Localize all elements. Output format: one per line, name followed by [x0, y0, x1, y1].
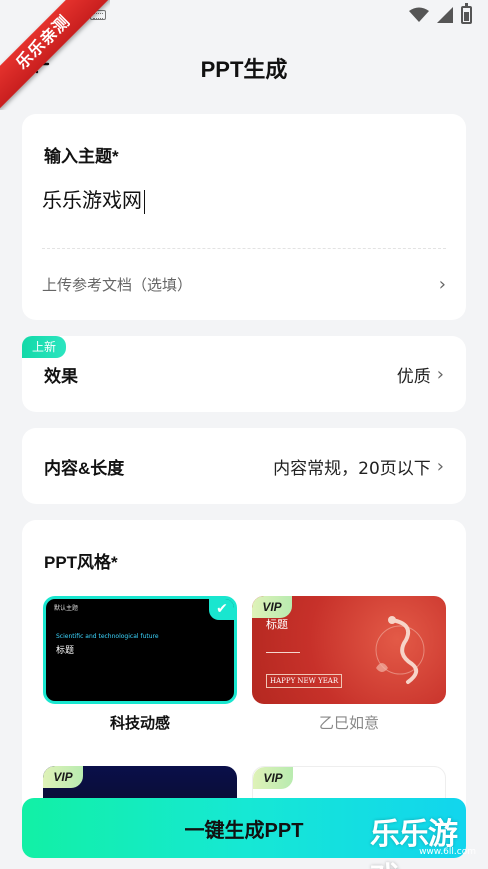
- template-preview-title: 标题: [56, 646, 75, 656]
- effect-value: 优质: [396, 366, 431, 387]
- vip-badge: VIP: [43, 766, 83, 788]
- topic-label: 输入主题*: [44, 147, 119, 166]
- top-bar: PPT生成: [0, 34, 488, 100]
- style-label: PPT风格*: [44, 553, 118, 572]
- page-title: PPT生成: [200, 57, 288, 82]
- template-name: 科技动感: [109, 714, 170, 732]
- template-preview-caption: 默认主题: [54, 605, 79, 612]
- content-length-row[interactable]: 内容&长度 内容常规，20页以下 ›: [22, 428, 466, 504]
- divider: [42, 248, 446, 249]
- template-name: 乙巳如意: [318, 714, 379, 732]
- topic-input-value: 乐乐游戏网: [42, 188, 142, 212]
- effect-row[interactable]: 效果 优质 ›: [22, 336, 466, 412]
- topic-card: 输入主题* 乐乐游戏网 上传参考文档（选填） ›: [22, 114, 466, 320]
- signal-icon: [437, 7, 453, 23]
- chevron-right-icon: ›: [436, 455, 444, 477]
- effect-value-group: 优质 ›: [397, 362, 444, 387]
- style-card: PPT风格* 默认主题 Scientific and technological…: [22, 520, 466, 826]
- snake-illustration-icon: [375, 616, 425, 684]
- new-badge: 上新: [22, 336, 66, 358]
- chevron-right-icon: ›: [436, 363, 444, 385]
- content-length-value: 内容常规，20页以下: [273, 458, 431, 479]
- selected-check-icon: ✔: [209, 599, 234, 620]
- text-caret: [144, 189, 145, 214]
- generate-ppt-button[interactable]: 一键生成PPT: [22, 798, 466, 858]
- vip-badge: VIP: [253, 767, 293, 789]
- vip-badge: VIP: [252, 596, 292, 618]
- chevron-right-icon: ›: [438, 273, 446, 295]
- template-new-year[interactable]: VIP 标题 HAPPY NEW YEAR: [252, 596, 446, 704]
- battery-icon: [461, 3, 472, 24]
- content-length-value-group: 内容常规，20页以下 ›: [273, 454, 444, 479]
- template-preview-subtitle: HAPPY NEW YEAR: [266, 674, 343, 688]
- topic-input[interactable]: 乐乐游戏网: [42, 184, 444, 218]
- template-preview-title: 标题: [266, 618, 288, 631]
- upload-reference-row[interactable]: 上传参考文档（选填） ›: [42, 264, 446, 304]
- effect-label: 效果: [44, 366, 78, 386]
- content-length-label: 内容&长度: [44, 458, 125, 478]
- template-preview-subtitle: Scientific and technological future: [56, 633, 159, 640]
- status-icons: [409, 3, 472, 24]
- upload-reference-label: 上传参考文档（选填）: [42, 275, 193, 294]
- wifi-icon: [409, 7, 429, 22]
- divider: [266, 652, 300, 653]
- template-tech[interactable]: 默认主题 Scientific and technological future…: [43, 596, 237, 704]
- keyboard-icon: [90, 10, 106, 20]
- status-bar: [0, 0, 488, 34]
